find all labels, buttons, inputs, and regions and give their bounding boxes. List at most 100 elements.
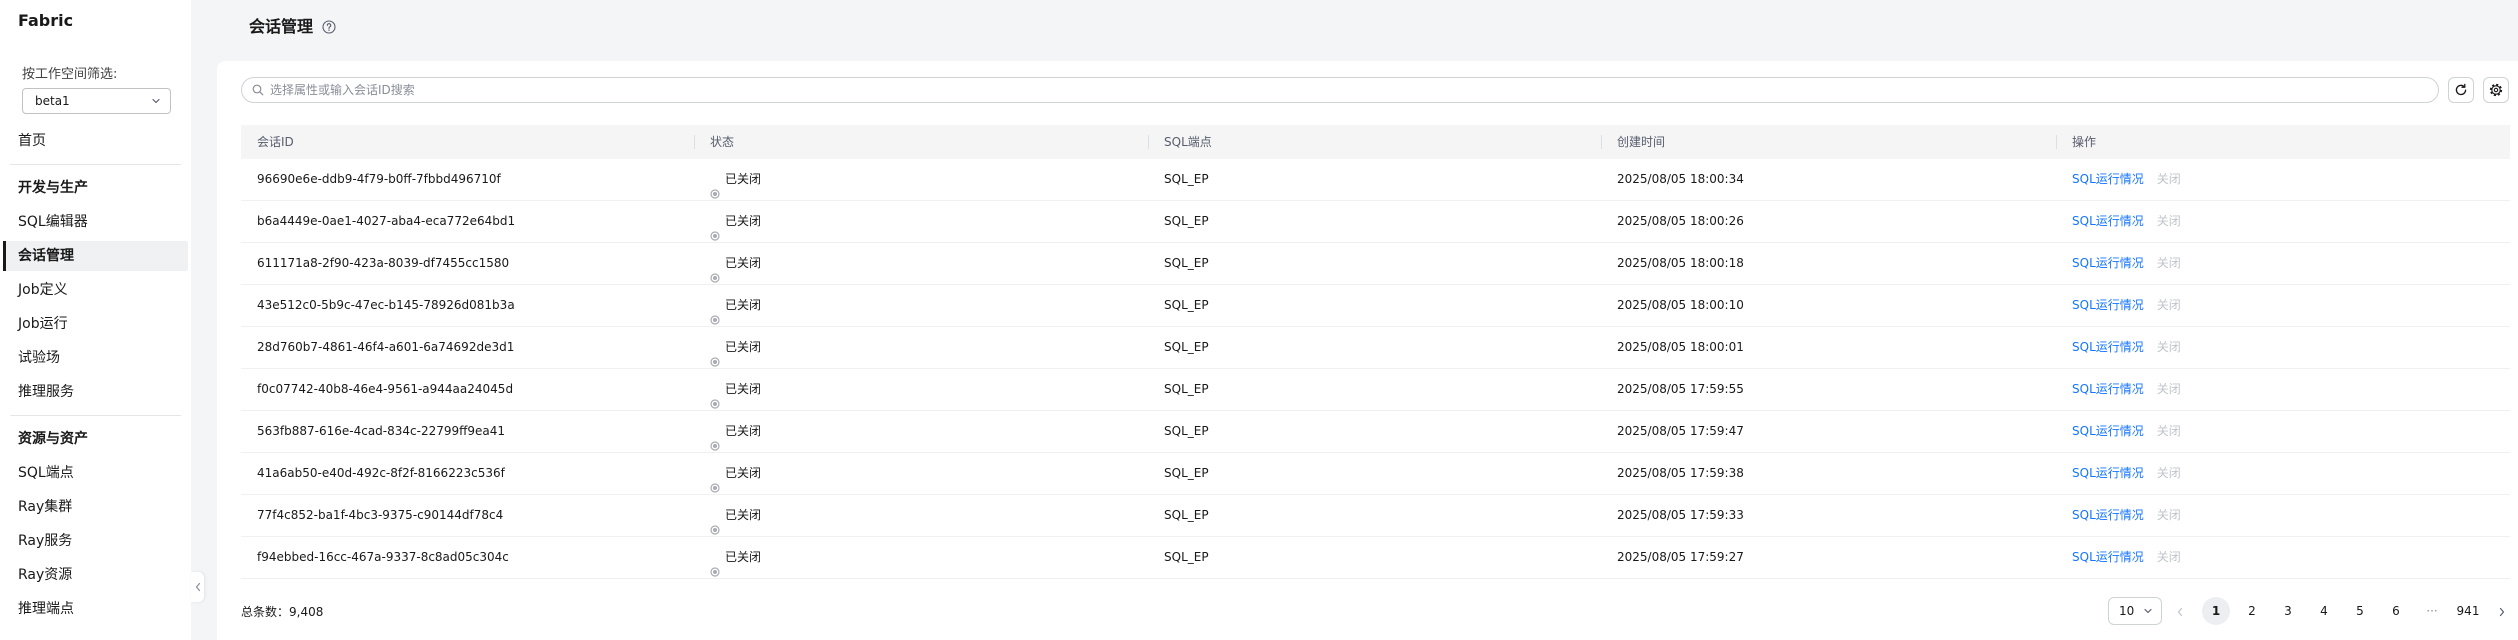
help-icon[interactable] [322, 20, 336, 34]
column-header-created-time: 创建时间 [1601, 125, 2056, 159]
prev-page-button[interactable] [2166, 597, 2194, 625]
status-text: 已关闭 [725, 214, 762, 228]
status-cell: 已关闭 [694, 201, 1148, 242]
close-session-button[interactable]: 关闭 [2157, 453, 2181, 494]
session-id-cell: 77f4c852-ba1f-4bc3-9375-c90144df78c4 [257, 508, 504, 522]
sidebar-group-title-resources-and-assets: 资源与资产 [18, 431, 88, 447]
status-cell: 已关闭 [694, 537, 1148, 578]
status-text: 已关闭 [725, 424, 762, 438]
sidebar: Fabric 按工作空间筛选: beta1 首页 开发与生产 SQL编辑器 会话管理 J… [0, 0, 191, 640]
close-session-button[interactable]: 关闭 [2157, 537, 2181, 578]
status-cell: 已关闭 [694, 411, 1148, 452]
chevron-down-icon [2144, 608, 2152, 614]
status-text: 已关闭 [725, 298, 762, 312]
next-page-button[interactable] [2490, 597, 2514, 625]
session-id-cell: f0c07742-40b8-46e4-9561-a944aa24045d [257, 382, 514, 396]
created-time-cell: 2025/08/05 17:59:47 [1617, 424, 1744, 438]
session-id-cell: 41a6ab50-e40d-492c-8f2f-8166223c536f [257, 466, 505, 480]
actions-cell: SQL运行情况 关闭 [2056, 495, 2510, 536]
actions-cell: SQL运行情况 关闭 [2056, 285, 2510, 326]
sidebar-item-ray-resource[interactable]: Ray资源 [0, 558, 191, 592]
table-header: 会话ID 状态 SQL端点 创建时间 操作 [241, 125, 2510, 159]
page-button-4[interactable]: 4 [2310, 597, 2338, 625]
created-time-cell: 2025/08/05 18:00:34 [1617, 172, 1744, 186]
session-management-card: 会话ID 状态 SQL端点 创建时间 操作 96690e6e-ddb9-4f79… [217, 61, 2518, 640]
sidebar-item-ray-cluster[interactable]: Ray集群 [0, 490, 191, 524]
table-body: 96690e6e-ddb9-4f79-b0ff-7fbbd496710f 已关闭 S… [241, 159, 2510, 579]
close-session-button[interactable]: 关闭 [2157, 495, 2181, 536]
status-text: 已关闭 [725, 382, 762, 396]
close-session-button[interactable]: 关闭 [2157, 327, 2181, 368]
sidebar-item-inference-endpoint[interactable]: 推理端点 [0, 592, 191, 626]
sidebar-collapse-button[interactable] [191, 572, 204, 602]
close-session-button[interactable]: 关闭 [2157, 369, 2181, 410]
last-page-button[interactable]: 941 [2454, 597, 2482, 625]
status-closed-icon [710, 427, 720, 451]
column-header-status: 状态 [694, 125, 1148, 159]
close-session-button[interactable]: 关闭 [2157, 159, 2181, 200]
status-text: 已关闭 [725, 340, 762, 354]
created-time-cell: 2025/08/05 18:00:26 [1617, 214, 1744, 228]
chevron-down-icon [152, 98, 160, 104]
page-button-1[interactable]: 1 [2202, 597, 2230, 625]
close-session-button[interactable]: 关闭 [2157, 411, 2181, 452]
close-session-button[interactable]: 关闭 [2157, 201, 2181, 242]
status-text: 已关闭 [725, 172, 762, 186]
search-box[interactable] [241, 77, 2439, 103]
status-cell: 已关闭 [694, 243, 1148, 284]
sidebar-item-home[interactable]: 首页 [0, 124, 191, 158]
sidebar-item-sql-editor[interactable]: SQL编辑器 [0, 205, 191, 239]
sql-run-status-link[interactable]: SQL运行情况 [2072, 411, 2144, 452]
sql-run-status-link[interactable]: SQL运行情况 [2072, 453, 2144, 494]
sidebar-item-job-run[interactable]: Job运行 [0, 307, 191, 341]
sql-run-status-link[interactable]: SQL运行情况 [2072, 159, 2144, 200]
page-button-3[interactable]: 3 [2274, 597, 2302, 625]
status-cell: 已关闭 [694, 327, 1148, 368]
search-input[interactable] [268, 78, 2428, 102]
status-closed-icon [710, 217, 720, 241]
sql-endpoint-cell: SQL_EP [1164, 298, 1209, 312]
workspace-select[interactable]: beta1 [22, 88, 171, 114]
sidebar-item-inference-service[interactable]: 推理服务 [0, 375, 191, 409]
chevron-left-icon [195, 582, 200, 592]
session-id-cell: 43e512c0-5b9c-47ec-b145-78926d081b3a [257, 298, 515, 312]
sidebar-item-ray-service[interactable]: Ray服务 [0, 524, 191, 558]
sql-run-status-link[interactable]: SQL运行情况 [2072, 495, 2144, 536]
actions-cell: SQL运行情况 关闭 [2056, 159, 2510, 200]
sql-run-status-link[interactable]: SQL运行情况 [2072, 537, 2144, 578]
sidebar-group-title-dev-and-production: 开发与生产 [18, 180, 88, 196]
page-size-select[interactable]: 10 [2108, 597, 2162, 625]
workspace-select-value: beta1 [35, 94, 70, 108]
page-title: 会话管理 [249, 17, 314, 36]
settings-button[interactable] [2483, 77, 2509, 103]
sidebar-item-job-definition[interactable]: Job定义 [0, 273, 191, 307]
session-id-cell: 563fb887-616e-4cad-834c-22799ff9ea41 [257, 424, 506, 438]
sidebar-item-session-management[interactable]: 会话管理 [0, 239, 191, 273]
created-time-cell: 2025/08/05 17:59:55 [1617, 382, 1744, 396]
session-id-cell: 96690e6e-ddb9-4f79-b0ff-7fbbd496710f [257, 172, 501, 186]
sidebar-item-playground[interactable]: 试验场 [0, 341, 191, 375]
actions-cell: SQL运行情况 关闭 [2056, 243, 2510, 284]
sql-endpoint-cell: SQL_EP [1164, 256, 1209, 270]
refresh-button[interactable] [2448, 77, 2474, 103]
close-session-button[interactable]: 关闭 [2157, 243, 2181, 284]
page-button-2[interactable]: 2 [2238, 597, 2266, 625]
page-size-value: 10 [2119, 604, 2135, 618]
page-button-5[interactable]: 5 [2346, 597, 2374, 625]
chevron-left-icon [2177, 607, 2183, 616]
sql-run-status-link[interactable]: SQL运行情况 [2072, 369, 2144, 410]
page-button-6[interactable]: 6 [2382, 597, 2410, 625]
search-icon [252, 84, 264, 96]
sql-run-status-link[interactable]: SQL运行情况 [2072, 243, 2144, 284]
page-ellipsis-button[interactable]: ··· [2418, 597, 2446, 625]
sidebar-item-sql-endpoint[interactable]: SQL端点 [0, 456, 191, 490]
status-text: 已关闭 [725, 466, 762, 480]
sql-run-status-link[interactable]: SQL运行情况 [2072, 285, 2144, 326]
sql-run-status-link[interactable]: SQL运行情况 [2072, 201, 2144, 242]
total-count: 总条数：9,408 [241, 602, 323, 622]
status-text: 已关闭 [725, 256, 762, 270]
actions-cell: SQL运行情况 关闭 [2056, 327, 2510, 368]
close-session-button[interactable]: 关闭 [2157, 285, 2181, 326]
sql-run-status-link[interactable]: SQL运行情况 [2072, 327, 2144, 368]
actions-cell: SQL运行情况 关闭 [2056, 369, 2510, 410]
